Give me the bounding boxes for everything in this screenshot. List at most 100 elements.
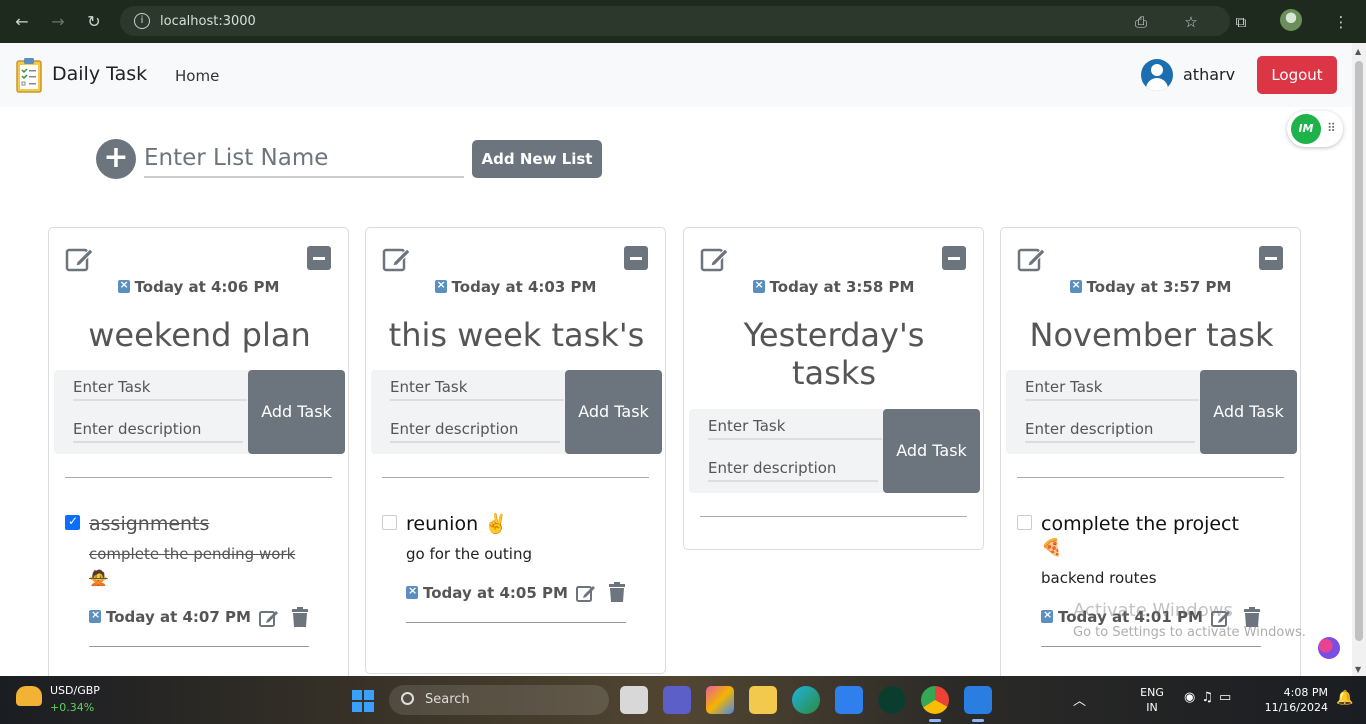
collapse-list-button[interactable] (307, 246, 331, 270)
copilot-brain-icon[interactable] (1318, 637, 1340, 659)
list-card: Today at 4:03 PM this week task's Add Ta… (365, 227, 666, 674)
task-name-input[interactable] (390, 375, 564, 401)
task-item: reunion ✌️ go for the outing Today at 4:… (382, 512, 652, 632)
task-description: complete the pending work (89, 545, 296, 563)
scrollbar-thumb[interactable] (1355, 61, 1363, 641)
list-name-input[interactable] (144, 140, 464, 178)
address-bar[interactable]: i localhost:3000 (120, 6, 1230, 36)
list-title: Yesterday's tasks (743, 316, 925, 392)
task-checkbox[interactable] (65, 514, 80, 530)
edit-list-icon[interactable] (1017, 244, 1047, 274)
calendar-icon (1041, 608, 1053, 623)
bookmark-star-icon[interactable]: ☆ (1166, 13, 1216, 31)
notification-bell-icon[interactable]: 🔔 (1336, 690, 1353, 706)
task-date-text: Today at 4:07 PM (106, 608, 251, 626)
calendar-icon (406, 584, 418, 599)
extensions-icon[interactable]: ⧉ (1216, 13, 1266, 31)
chrome-icon[interactable] (921, 686, 949, 722)
stock-ticker-name[interactable]: USD/GBP (50, 684, 100, 697)
system-tray-icons[interactable]: ◉♫▭ (1184, 690, 1237, 705)
back-icon[interactable]: ← (4, 12, 40, 31)
collapse-list-button[interactable] (942, 246, 966, 270)
list-card: Today at 3:58 PM Yesterday's tasks Add T… (683, 227, 984, 550)
list-title: this week task's (388, 316, 645, 354)
card-divider (382, 477, 649, 478)
nav-home-link[interactable]: Home (175, 67, 219, 85)
scroll-up-icon[interactable]: ▲ (1355, 47, 1361, 56)
task-description-input[interactable] (73, 417, 243, 443)
list-date-text: Today at 4:03 PM (451, 278, 597, 296)
teams-icon[interactable] (663, 686, 691, 714)
im-floating-widget[interactable]: IM ⠿ (1287, 111, 1343, 147)
add-task-button[interactable]: Add Task (248, 370, 345, 454)
show-hidden-icons-icon[interactable]: ︿ (1073, 690, 1086, 709)
task-description-input[interactable] (390, 417, 560, 443)
delete-task-icon[interactable] (1243, 607, 1261, 627)
widgets-icon[interactable] (16, 686, 42, 706)
input-language[interactable]: ENG IN (1137, 685, 1167, 715)
scroll-down-icon[interactable]: ▼ (1355, 665, 1361, 674)
browser-toolbar: ← → ↻ i localhost:3000 ⎙ ☆ ⧉ ⋮ (0, 0, 1366, 43)
collapse-list-button[interactable] (1259, 246, 1283, 270)
delete-task-icon[interactable] (291, 607, 309, 627)
vscode-icon[interactable] (964, 686, 992, 722)
brand-title[interactable]: Daily Task (52, 63, 147, 85)
logout-button[interactable]: Logout (1257, 56, 1337, 94)
task-description-input[interactable] (708, 456, 878, 482)
lang-region: IN (1146, 701, 1158, 714)
delete-task-icon[interactable] (608, 582, 626, 602)
task-name-input[interactable] (73, 375, 247, 401)
reload-icon[interactable]: ↻ (76, 12, 112, 31)
task-checkbox[interactable] (382, 515, 397, 530)
list-date-text: Today at 3:57 PM (1086, 278, 1232, 296)
clock-date: 11/16/2024 (1264, 701, 1328, 714)
edit-list-icon[interactable] (382, 244, 412, 274)
list-card: Today at 4:06 PM weekend plan Add Task a… (48, 227, 349, 687)
task-name-input[interactable] (1025, 375, 1199, 401)
task-checkbox[interactable] (1017, 515, 1032, 530)
add-new-list-button[interactable]: Add New List (472, 140, 602, 178)
list-title: weekend plan (88, 316, 311, 354)
add-task-button[interactable]: Add Task (883, 409, 980, 493)
task-name-input[interactable] (708, 414, 882, 440)
clock[interactable]: 4:08 PM 11/16/2024 (1258, 685, 1328, 715)
windows-start-icon[interactable] (352, 690, 374, 712)
folder-icon[interactable] (749, 686, 777, 714)
task-name: assignments (89, 513, 210, 535)
menu-kebab-icon[interactable]: ⋮ (1316, 13, 1366, 31)
drag-handle-icon[interactable]: ⠿ (1327, 121, 1336, 135)
forward-icon[interactable]: → (40, 12, 76, 31)
page-scrollbar[interactable]: ▲ ▼ (1352, 43, 1366, 676)
im-logo-icon[interactable]: IM (1291, 114, 1321, 144)
list-date-text: Today at 4:06 PM (134, 278, 280, 296)
add-list-plus-icon[interactable]: + (96, 139, 136, 179)
card-divider (700, 516, 967, 517)
mongodb-icon[interactable] (878, 686, 906, 714)
profile-avatar-icon[interactable] (1280, 8, 1302, 31)
store-icon[interactable] (835, 686, 863, 714)
file-explorer-window-icon[interactable] (620, 686, 648, 714)
username: atharv (1183, 65, 1236, 84)
task-description-input[interactable] (1025, 417, 1195, 443)
taskbar-search-label: Search (425, 692, 470, 707)
edit-task-icon[interactable] (259, 608, 279, 628)
site-info-icon[interactable]: i (134, 13, 150, 29)
taskbar-search[interactable]: Search (389, 685, 609, 715)
task-divider (1041, 646, 1261, 647)
add-task-button[interactable]: Add Task (565, 370, 662, 454)
task-date-text: Today at 4:05 PM (423, 584, 568, 602)
user-avatar-icon[interactable] (1141, 59, 1173, 91)
edit-task-icon[interactable] (576, 583, 596, 603)
copilot-icon[interactable] (706, 686, 734, 714)
edit-list-icon[interactable] (700, 244, 730, 274)
activation-watermark-text: Go to Settings to activate Windows. (1073, 625, 1306, 640)
lang-code: ENG (1140, 686, 1164, 699)
add-task-button[interactable]: Add Task (1200, 370, 1297, 454)
install-app-icon[interactable]: ⎙ (1116, 13, 1166, 31)
edge-icon[interactable] (792, 686, 820, 714)
clipboard-logo-icon (16, 58, 42, 93)
collapse-list-button[interactable] (624, 246, 648, 270)
edit-list-icon[interactable] (65, 244, 95, 274)
activation-watermark-title: Activate Windows (1073, 600, 1233, 621)
card-divider (65, 477, 332, 478)
